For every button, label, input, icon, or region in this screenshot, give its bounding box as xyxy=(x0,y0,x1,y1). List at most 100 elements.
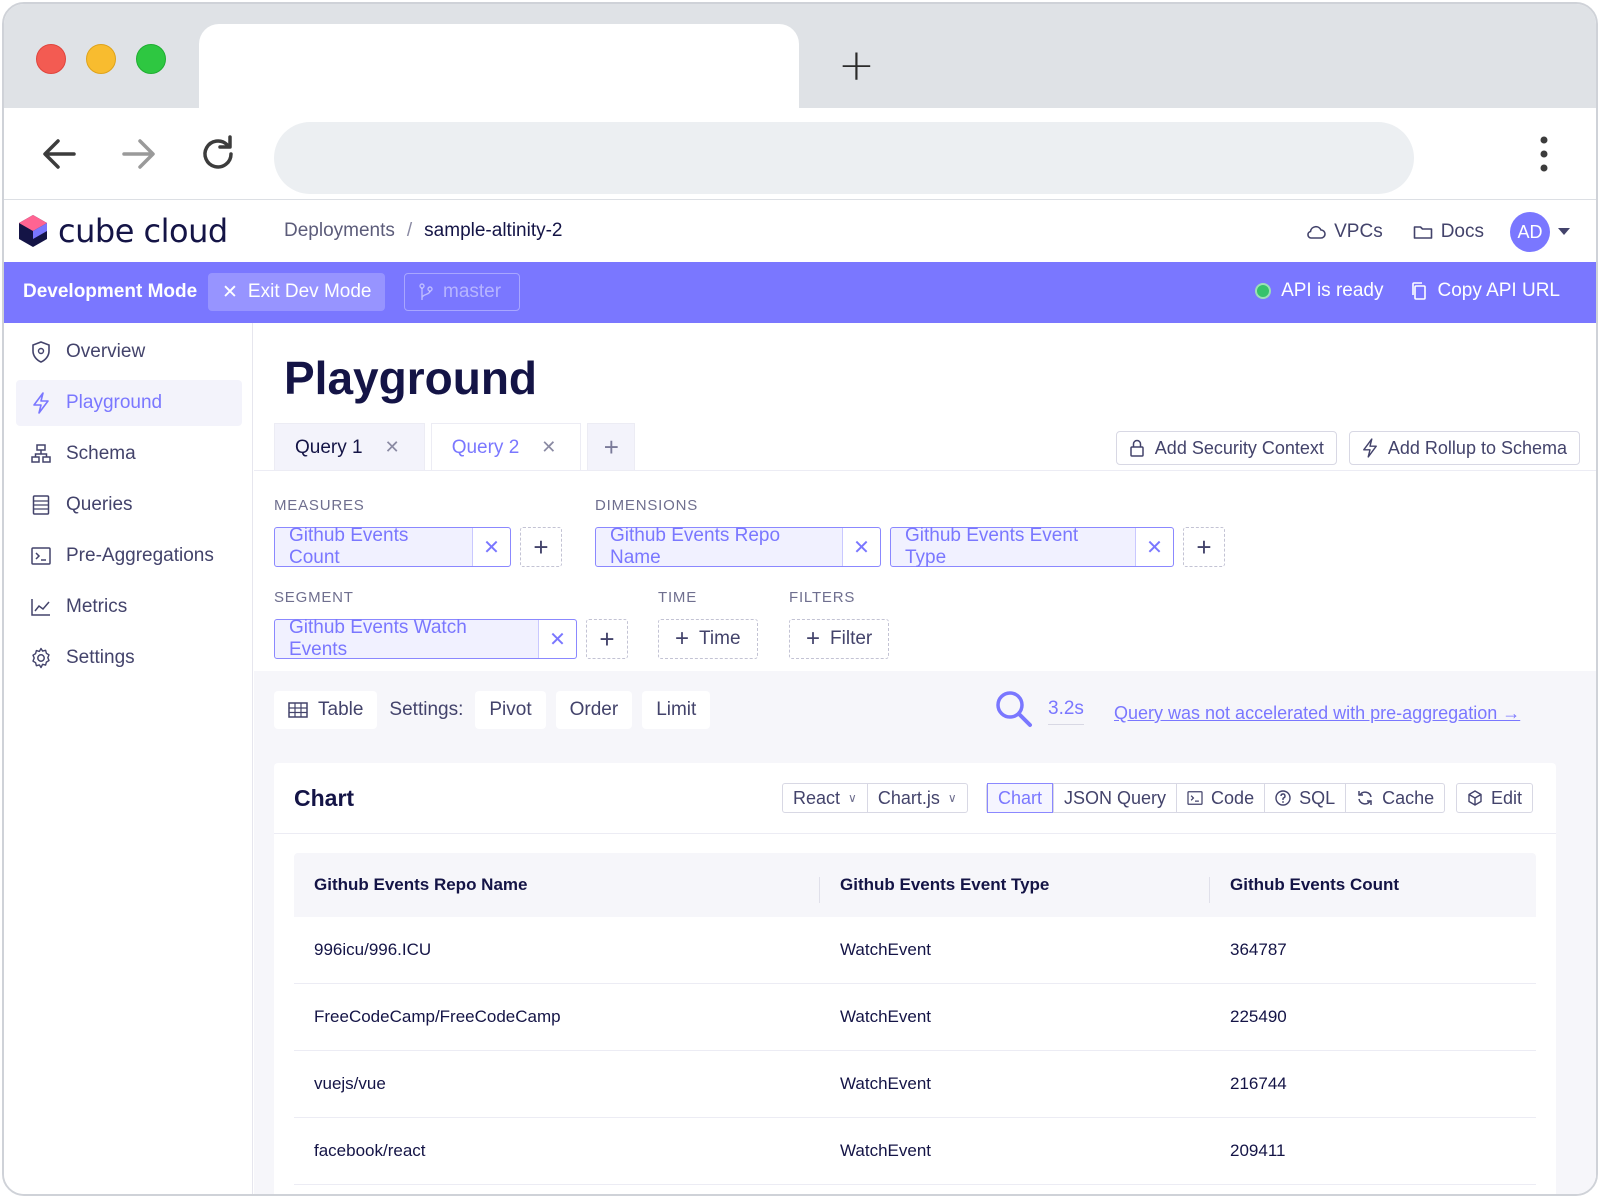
column-header[interactable]: Github Events Repo Name xyxy=(294,875,820,903)
sidebar-item-label: Queries xyxy=(66,494,133,515)
api-status-label: API is ready xyxy=(1281,280,1384,301)
tabs-divider xyxy=(254,470,1596,471)
table-view-button[interactable]: Table xyxy=(274,691,378,729)
exit-dev-mode-button[interactable]: ✕ Exit Dev Mode xyxy=(208,273,386,311)
vpcs-link[interactable]: VPCs xyxy=(1306,221,1383,243)
column-header[interactable]: Github Events Count xyxy=(1210,875,1536,895)
tab-sql[interactable]: SQL xyxy=(1264,784,1345,812)
branch-selector[interactable]: master xyxy=(404,273,520,311)
settings-row: Table Settings: Pivot Order Limit xyxy=(274,691,711,729)
breadcrumb-current: sample-altinity-2 xyxy=(424,220,563,241)
table-view-label: Table xyxy=(318,699,364,720)
sidebar-item-schema[interactable]: Schema xyxy=(16,431,242,477)
user-menu[interactable]: AD xyxy=(1510,212,1570,252)
add-dimension-button[interactable]: + xyxy=(1183,527,1225,567)
sidebar-item-pre-aggregations[interactable]: Pre-Aggregations xyxy=(16,533,242,579)
avatar: AD xyxy=(1510,212,1550,252)
table-cell: facebook/react xyxy=(314,1141,426,1160)
sidebar-item-overview[interactable]: Overview xyxy=(16,329,242,375)
tab-code[interactable]: Code xyxy=(1176,784,1264,812)
sidebar-item-playground[interactable]: Playground xyxy=(16,380,242,426)
logo[interactable]: cube cloud xyxy=(18,212,228,250)
copy-api-url-label: Copy API URL xyxy=(1437,280,1561,301)
reload-icon[interactable] xyxy=(196,132,240,176)
browser-tab[interactable] xyxy=(199,24,799,108)
sidebar: Overview Playground Schema Queries Pre-A… xyxy=(4,323,253,1194)
status-dot-icon xyxy=(1255,283,1272,299)
add-measure-button[interactable]: + xyxy=(520,527,562,567)
chevron-down-icon: ∨ xyxy=(848,791,857,805)
time-label: TIME xyxy=(658,589,698,606)
docs-link[interactable]: Docs xyxy=(1413,221,1484,243)
limit-button[interactable]: Limit xyxy=(642,691,711,729)
chart-card-title: Chart xyxy=(294,785,355,811)
framework-select[interactable]: React ∨ xyxy=(783,784,867,812)
copy-api-url-button[interactable]: Copy API URL xyxy=(1410,280,1561,302)
segment-pill[interactable]: Github Events Watch Events ✕ xyxy=(274,617,577,660)
cube-icon xyxy=(1468,790,1482,806)
sidebar-item-label: Playground xyxy=(66,392,163,413)
close-icon[interactable]: ✕ xyxy=(385,437,400,458)
dimension-pill[interactable]: Github Events Repo Name ✕ xyxy=(595,525,881,568)
segment-pill-label: Github Events Watch Events xyxy=(289,617,467,660)
filters-label: FILTERS xyxy=(789,589,856,606)
sidebar-item-queries[interactable]: Queries xyxy=(16,482,242,528)
remove-icon[interactable]: ✕ xyxy=(538,620,576,658)
table-icon xyxy=(288,702,308,718)
browser-menu-icon[interactable] xyxy=(1540,136,1548,172)
close-icon[interactable]: ✕ xyxy=(541,437,556,458)
output-tabs: Chart JSON Query Code SQL Cache xyxy=(986,783,1446,813)
sidebar-item-label: Pre-Aggregations xyxy=(66,545,214,566)
new-tab-icon[interactable]: + xyxy=(838,44,875,88)
remove-icon[interactable]: ✕ xyxy=(472,528,510,566)
breadcrumb-deployments[interactable]: Deployments xyxy=(284,220,395,242)
query-duration: 3.2s xyxy=(1048,698,1084,725)
list-icon xyxy=(30,494,52,516)
measure-pill[interactable]: Github Events Count ✕ xyxy=(274,525,511,568)
sidebar-item-metrics[interactable]: Metrics xyxy=(16,584,242,630)
tab-chart[interactable]: Chart xyxy=(987,783,1054,813)
edit-label: Edit xyxy=(1491,787,1523,808)
tab-query-2[interactable]: Query 2 ✕ xyxy=(430,423,582,471)
tab-query-1[interactable]: Query 1 ✕ xyxy=(274,423,425,471)
back-arrow-icon[interactable] xyxy=(38,132,82,176)
remove-icon[interactable]: ✕ xyxy=(1135,528,1173,566)
copy-icon xyxy=(1411,282,1426,300)
pre-aggregation-link[interactable]: Query was not accelerated with pre-aggre… xyxy=(1114,703,1520,724)
address-bar[interactable] xyxy=(274,122,1414,194)
pivot-button[interactable]: Pivot xyxy=(475,691,546,729)
sidebar-item-settings[interactable]: Settings xyxy=(16,635,242,681)
measures-label: MEASURES xyxy=(274,497,365,514)
table-cell: WatchEvent xyxy=(840,1141,932,1160)
sidebar-item-label: Metrics xyxy=(66,596,128,617)
header-right: VPCs Docs AD xyxy=(1306,212,1570,252)
maximize-window-button[interactable] xyxy=(136,44,166,74)
docs-label: Docs xyxy=(1440,221,1484,242)
add-segment-button[interactable]: + xyxy=(586,619,628,659)
edit-button[interactable]: Edit xyxy=(1457,784,1532,812)
browser-window: + cube cloud Deployments / sample-altini… xyxy=(2,2,1598,1196)
tab-json-query[interactable]: JSON Query xyxy=(1053,784,1176,812)
remove-icon[interactable]: ✕ xyxy=(842,528,880,566)
forward-arrow-icon[interactable] xyxy=(116,132,160,176)
dimensions-label: DIMENSIONS xyxy=(595,497,699,514)
tab-cache[interactable]: Cache xyxy=(1345,784,1444,812)
add-query-tab-button[interactable]: + xyxy=(587,423,636,471)
plus-icon: + xyxy=(675,625,690,652)
minimize-window-button[interactable] xyxy=(86,44,116,74)
chart-library-select[interactable]: Chart.js ∨ xyxy=(866,784,967,812)
add-filter-button[interactable]: + Filter xyxy=(789,619,890,659)
add-time-button[interactable]: + Time xyxy=(658,619,758,659)
add-security-context-button[interactable]: Add Security Context xyxy=(1115,431,1337,465)
close-window-button[interactable] xyxy=(36,44,66,74)
chart-library-value: Chart.js xyxy=(877,787,940,808)
column-header[interactable]: Github Events Event Type xyxy=(820,875,1210,903)
search-icon xyxy=(996,691,1032,727)
sidebar-item-label: Schema xyxy=(66,443,136,464)
chevron-down-icon: ∨ xyxy=(947,791,957,805)
tab-label: Query 2 xyxy=(451,436,520,458)
order-button[interactable]: Order xyxy=(555,691,633,729)
dimension-pill[interactable]: Github Events Event Type ✕ xyxy=(890,525,1174,568)
plus-icon: + xyxy=(806,625,821,652)
add-rollup-button[interactable]: Add Rollup to Schema xyxy=(1348,431,1580,465)
